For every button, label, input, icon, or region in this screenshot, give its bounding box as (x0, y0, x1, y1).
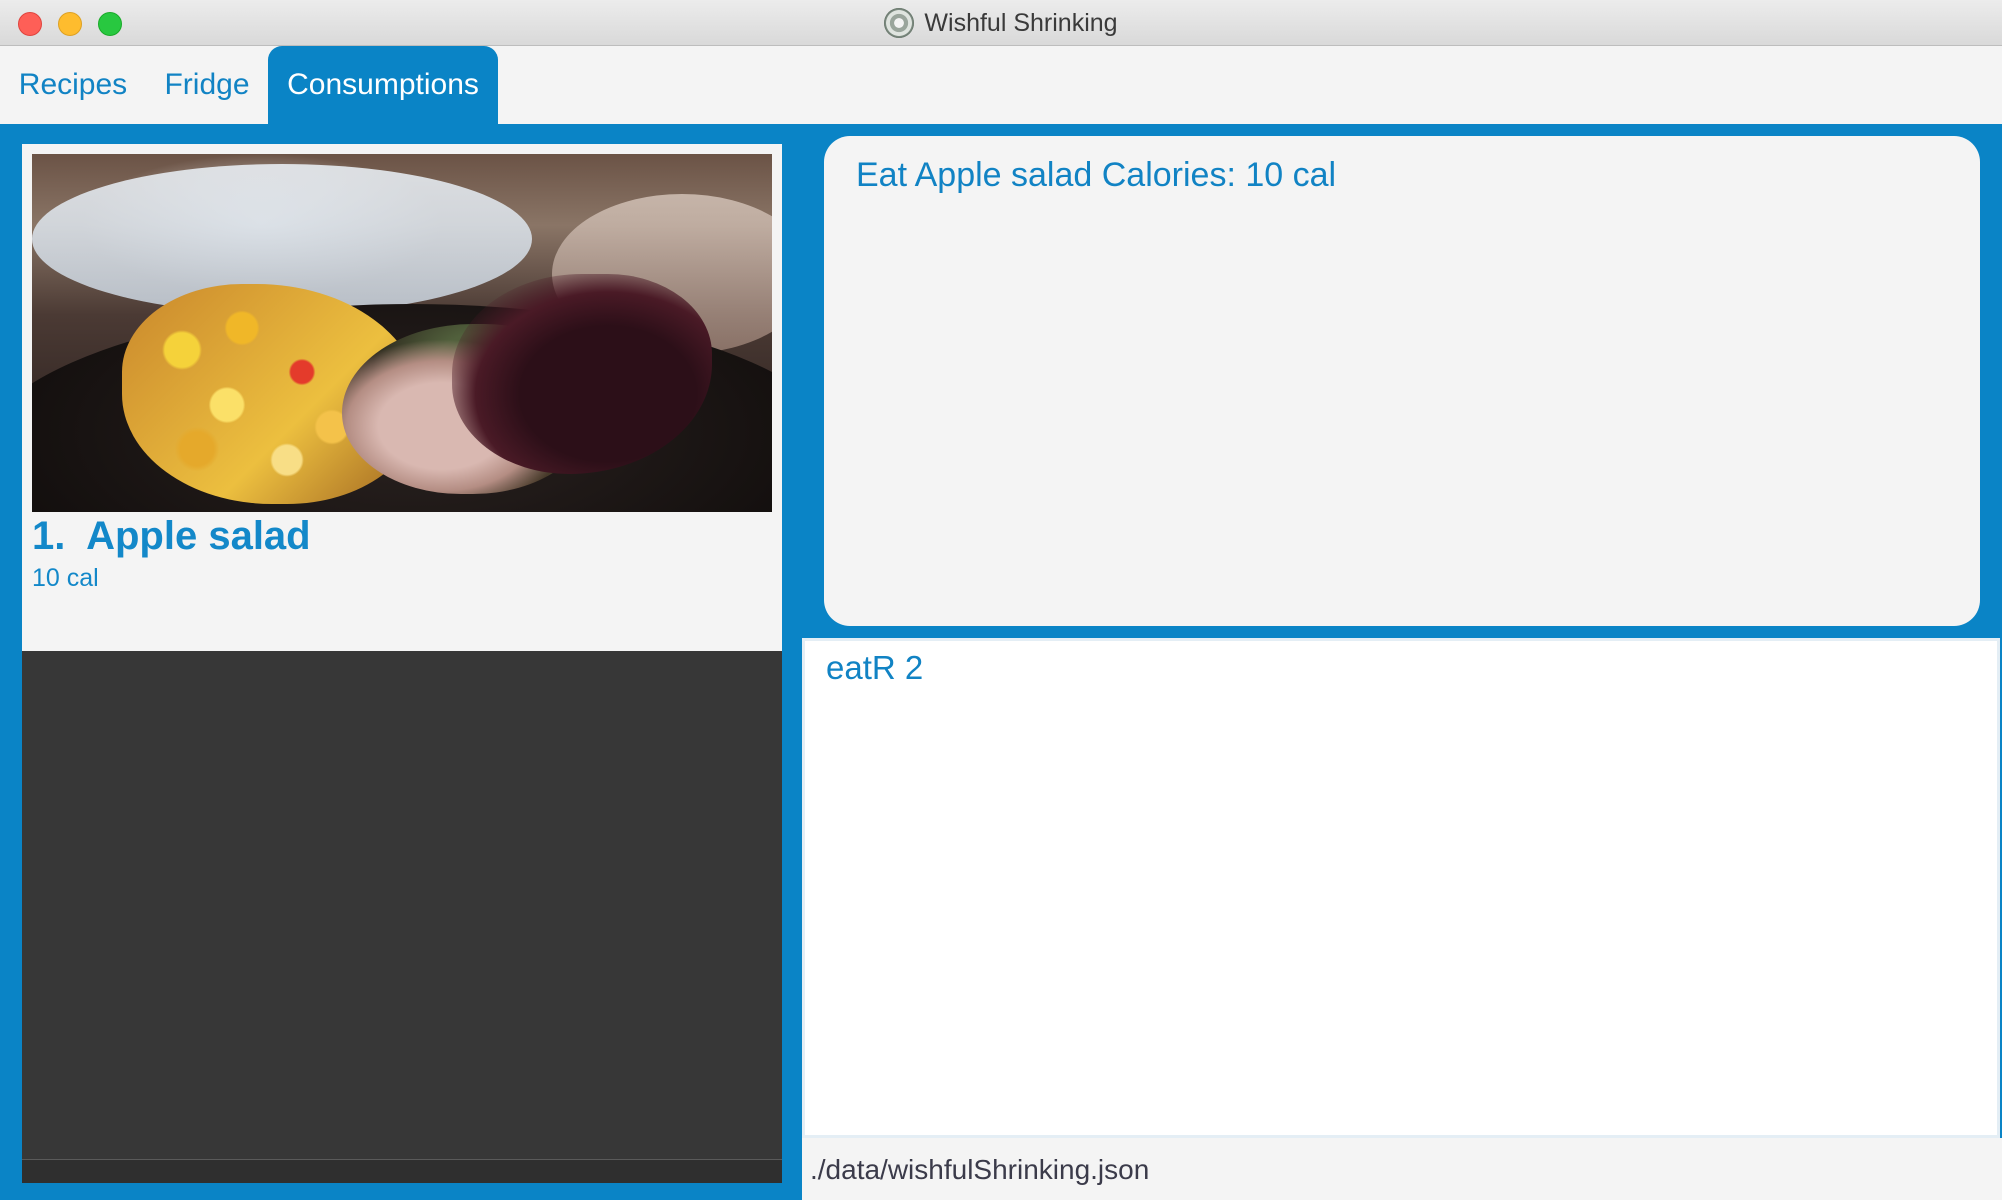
food-photo (32, 154, 772, 512)
status-file-path: ./data/wishfulShrinking.json (810, 1154, 1150, 1185)
tab-recipes[interactable]: Recipes (0, 46, 146, 124)
list-horizontal-scrollbar[interactable] (22, 1159, 782, 1183)
command-input-value: eatR 2 (826, 649, 924, 686)
plate-icon (884, 8, 915, 38)
tab-fridge[interactable]: Fridge (146, 46, 268, 124)
list-item-title: 1. Apple salad (32, 514, 311, 558)
result-display: Eat Apple salad Calories: 10 cal (824, 136, 1980, 626)
status-bar: ./data/wishfulShrinking.json (802, 1138, 2002, 1200)
tab-consumptions[interactable]: Consumptions (268, 46, 498, 124)
result-text: Eat Apple salad Calories: 10 cal (856, 156, 1337, 194)
list-item[interactable]: 1. Apple salad 10 cal (22, 144, 782, 651)
consumption-list-panel[interactable]: 1. Apple salad 10 cal (22, 144, 782, 1183)
window-titlebar: Wishful Shrinking (0, 0, 2002, 46)
list-item-calories: 10 cal (32, 564, 99, 592)
window-title-group: Wishful Shrinking (0, 0, 2002, 46)
window-title: Wishful Shrinking (924, 8, 1118, 37)
command-input[interactable]: eatR 2 (802, 638, 2000, 1138)
tab-bar: Recipes Fridge Consumptions (0, 46, 2002, 124)
